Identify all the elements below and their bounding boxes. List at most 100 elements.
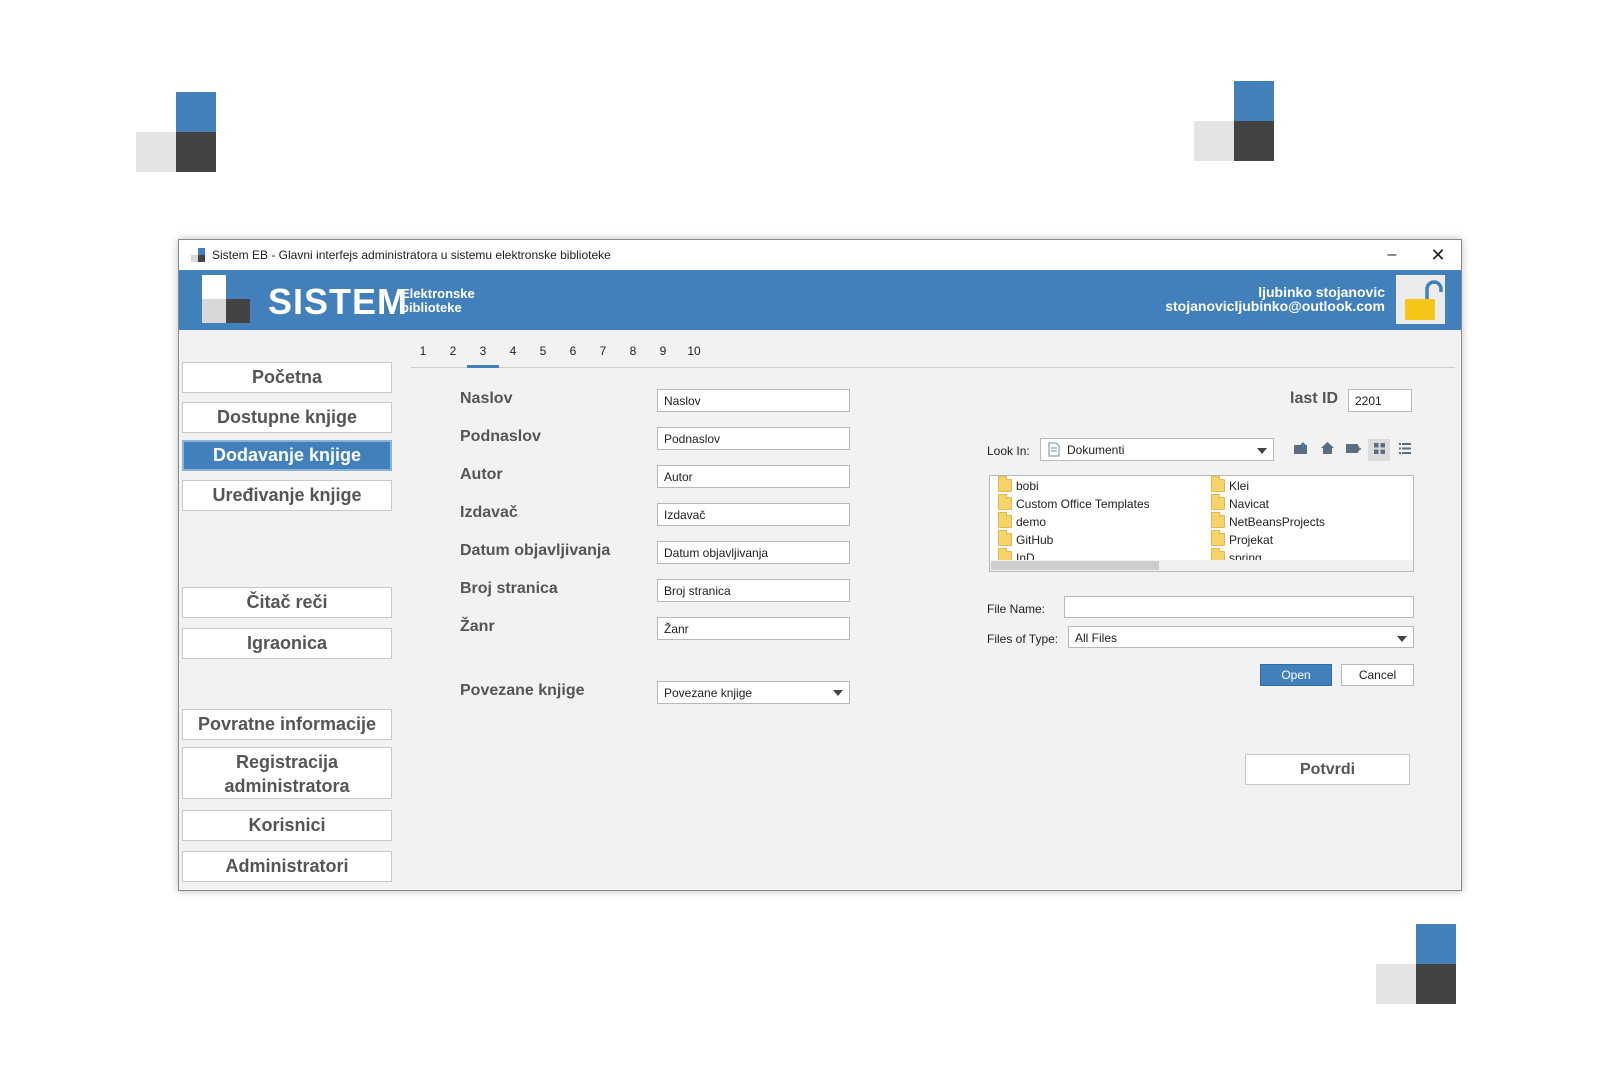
- folder-icon: [998, 494, 1012, 510]
- open-button[interactable]: Open: [1260, 664, 1332, 686]
- tab-1[interactable]: 1: [415, 340, 431, 368]
- user-email: stojanovicljubinko@outlook.com: [1165, 298, 1385, 314]
- tab-10[interactable]: 10: [682, 340, 706, 368]
- app-logo-icon: [191, 248, 205, 262]
- minimize-button[interactable]: –: [1369, 240, 1415, 270]
- broj-stranica-input[interactable]: Broj stranica: [657, 579, 850, 602]
- files-of-type-select[interactable]: All Files: [1068, 626, 1414, 648]
- file-item-label: Projekat: [1229, 533, 1274, 547]
- tab-4[interactable]: 4: [505, 340, 521, 368]
- naslov-label: Naslov: [460, 390, 513, 407]
- brand-title: SISTEM: [268, 281, 409, 322]
- close-button[interactable]: ✕: [1415, 240, 1461, 270]
- list-view-icon[interactable]: [1368, 439, 1390, 461]
- broj-stranica-label: Broj stranica: [460, 580, 558, 597]
- files-of-type-value: All Files: [1075, 631, 1118, 645]
- last-id-label: last ID: [1290, 390, 1339, 407]
- folder-icon: [998, 512, 1012, 528]
- look-in-select[interactable]: Dokumenti: [1040, 438, 1274, 461]
- window-title: Sistem EB - Glavni interfejs administrat…: [212, 248, 611, 262]
- tab-2[interactable]: 2: [445, 340, 461, 368]
- chevron-down-icon: [1397, 636, 1407, 642]
- decor-logo-top-left: [136, 92, 216, 172]
- file-list: bobi Custom Office Templates demo GitHub…: [989, 475, 1414, 572]
- zanr-input[interactable]: Žanr: [657, 617, 850, 640]
- tab-7[interactable]: 7: [595, 340, 611, 368]
- new-folder-icon[interactable]: [1342, 439, 1364, 461]
- folder-icon: [998, 476, 1012, 492]
- title-bar: Sistem EB - Glavni interfejs administrat…: [179, 240, 1461, 270]
- sidebar-item-uredjivanje-knjige[interactable]: Uređivanje knjige: [182, 480, 392, 511]
- sidebar-item-korisnici[interactable]: Korisnici: [182, 810, 392, 841]
- scrollbar-thumb[interactable]: [991, 561, 1159, 570]
- sidebar-item-povratne-informacije[interactable]: Povratne informacije: [182, 709, 392, 740]
- logout-button[interactable]: [1396, 275, 1445, 324]
- file-item-demo[interactable]: demo: [990, 512, 1047, 531]
- podnaslov-label: Podnaslov: [460, 428, 541, 445]
- autor-input[interactable]: Autor: [657, 465, 850, 488]
- details-view-icon[interactable]: [1394, 439, 1416, 461]
- home-icon[interactable]: [1316, 439, 1338, 461]
- file-item-bobi[interactable]: bobi: [990, 476, 1039, 495]
- file-item-custom-office-templates[interactable]: Custom Office Templates: [990, 494, 1150, 513]
- brand-subtitle-line2: biblioteke: [401, 300, 462, 315]
- look-in-label: Look In:: [987, 444, 1030, 458]
- potvrdi-button[interactable]: Potvrdi: [1245, 754, 1410, 785]
- tab-8[interactable]: 8: [625, 340, 641, 368]
- povezane-knjige-value: Povezane knjige: [664, 686, 753, 700]
- izdavac-label: Izdavač: [460, 504, 518, 521]
- up-folder-icon[interactable]: [1290, 439, 1312, 461]
- sidebar-item-dodavanje-knjige[interactable]: Dodavanje knjige: [182, 440, 392, 471]
- horizontal-scrollbar[interactable]: [990, 560, 1413, 571]
- folder-icon: [1211, 494, 1225, 510]
- file-item-label: demo: [1016, 515, 1047, 529]
- file-item-label: GitHub: [1016, 533, 1054, 547]
- file-item-projekat[interactable]: Projekat: [1203, 530, 1274, 549]
- brand-logo-icon: [202, 275, 250, 323]
- brand-subtitle-line1: Elektronske: [401, 286, 475, 301]
- tab-9[interactable]: 9: [655, 340, 671, 368]
- last-id-field[interactable]: 2201: [1348, 389, 1412, 412]
- document-icon: [1048, 442, 1060, 457]
- datum-objavljivanja-input[interactable]: Datum objavljivanja: [657, 541, 850, 564]
- sidebar-item-dostupne-knjige[interactable]: Dostupne knjige: [182, 402, 392, 433]
- folder-icon: [1211, 530, 1225, 546]
- file-name-input[interactable]: [1064, 596, 1414, 618]
- chevron-down-icon: [1257, 448, 1267, 454]
- chevron-down-icon: [833, 690, 843, 696]
- file-item-github[interactable]: GitHub: [990, 530, 1054, 549]
- file-item-label: Navicat: [1229, 497, 1270, 511]
- file-item-label: Klei: [1229, 479, 1250, 493]
- povezane-knjige-label: Povezane knjige: [460, 682, 585, 699]
- unlock-icon: [1405, 280, 1443, 320]
- tab-5[interactable]: 5: [535, 340, 551, 368]
- cancel-button[interactable]: Cancel: [1341, 664, 1414, 686]
- file-item-klei[interactable]: Klei: [1203, 476, 1250, 495]
- file-item-netbeansprojects[interactable]: NetBeansProjects: [1203, 512, 1325, 531]
- files-of-type-label: Files of Type:: [987, 632, 1059, 646]
- file-item-label: Custom Office Templates: [1016, 497, 1150, 511]
- izdavac-input[interactable]: Izdavač: [657, 503, 850, 526]
- sidebar-item-administratori[interactable]: Administratori: [182, 851, 392, 882]
- file-name-label: File Name:: [987, 602, 1046, 616]
- folder-icon: [998, 530, 1012, 546]
- sidebar-item-pocetna[interactable]: Početna: [182, 362, 392, 393]
- look-in-value: Dokumenti: [1067, 443, 1125, 457]
- tab-6[interactable]: 6: [565, 340, 581, 368]
- naslov-input[interactable]: Naslov: [657, 389, 850, 412]
- app-window: Sistem EB - Glavni interfejs administrat…: [178, 239, 1462, 891]
- datum-objavljivanja-label: Datum objavljivanja: [460, 542, 611, 559]
- file-item-label: bobi: [1016, 479, 1039, 493]
- header-banner: SISTEM Elektronske biblioteke ljubinko s…: [179, 270, 1461, 330]
- podnaslov-input[interactable]: Podnaslov: [657, 427, 850, 450]
- autor-label: Autor: [460, 466, 503, 483]
- sidebar-item-igraonica[interactable]: Igraonica: [182, 628, 392, 659]
- decor-logo-bottom-right: [1376, 924, 1456, 1004]
- sidebar-item-citac-reci[interactable]: Čitač reči: [182, 587, 392, 618]
- brand-subtitle: Elektronske biblioteke: [401, 287, 491, 315]
- sidebar-item-registracija-administratora[interactable]: Registracija administratora: [182, 747, 392, 799]
- file-item-navicat[interactable]: Navicat: [1203, 494, 1270, 513]
- sidebar-item-label: Registracija: [235, 752, 339, 772]
- tab-3[interactable]: 3: [467, 340, 499, 368]
- povezane-knjige-select[interactable]: Povezane knjige: [657, 681, 850, 704]
